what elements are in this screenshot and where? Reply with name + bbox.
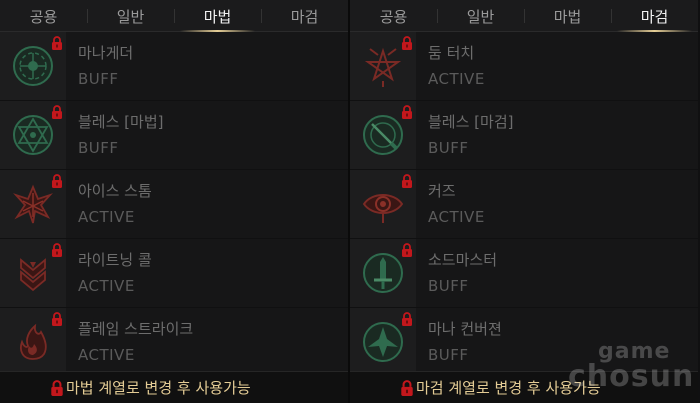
lock-icon [402,105,412,119]
category-tabs: 공용 일반 마법 마검 [350,0,698,32]
skill-type: ACTIVE [78,277,135,295]
skill-type: BUFF [428,346,469,364]
skill-type: BUFF [78,139,119,157]
tab-general[interactable]: 일반 [87,0,174,32]
skill-row[interactable]: 라이트닝 콜 ACTIVE [0,239,348,308]
lock-icon [52,174,62,188]
skill-row[interactable]: 아이스 스톰 ACTIVE [0,170,348,239]
skill-name: 플레임 스트라이크 [78,320,194,338]
lock-icon [52,105,62,119]
category-tabs: 공용 일반 마법 마검 [0,0,348,32]
skill-panel-magic: 공용 일반 마법 마검 마나게더 BUFF 블레스 [마법] BUFF 아이스 … [0,0,348,403]
skill-row[interactable]: 소드마스터 BUFF [350,239,698,308]
skill-row[interactable]: 커즈 ACTIVE [350,170,698,239]
skill-type: BUFF [428,277,469,295]
requirement-banner: 마법 계열로 변경 후 사용가능 [0,371,348,403]
skill-type: ACTIVE [428,208,485,226]
tab-magic-sword[interactable]: 마검 [261,0,348,32]
skill-row[interactable]: 마나게더 BUFF [0,32,348,101]
watermark-logo: game chosun [568,339,695,394]
tab-common[interactable]: 공용 [0,0,87,32]
lock-icon [402,243,412,257]
skill-list: 마나게더 BUFF 블레스 [마법] BUFF 아이스 스톰 ACTIVE 라이… [0,32,348,377]
skill-type: BUFF [78,70,119,88]
skill-type: ACTIVE [78,208,135,226]
skill-name: 둠 터치 [428,44,475,62]
lock-icon [402,174,412,188]
lock-icon [402,312,412,326]
skill-list: 둠 터치 ACTIVE 블레스 [마검] BUFF 커즈 ACTIVE 소드마스… [350,32,698,377]
tab-general[interactable]: 일반 [437,0,524,32]
skill-row[interactable]: 블레스 [마검] BUFF [350,101,698,170]
skill-name: 마나게더 [78,44,134,62]
skill-name: 마나 컨버젼 [428,320,502,338]
lock-icon [401,379,413,396]
skill-type: ACTIVE [78,346,135,364]
tab-magic-sword[interactable]: 마검 [611,0,698,32]
skill-name: 라이트닝 콜 [78,251,152,269]
skill-row[interactable]: 플레임 스트라이크 ACTIVE [0,308,348,377]
tab-common[interactable]: 공용 [350,0,437,32]
tab-magic[interactable]: 마법 [174,0,261,32]
lock-icon [402,36,412,50]
skill-name: 아이스 스톰 [78,182,152,200]
skill-type: ACTIVE [428,70,485,88]
skill-row[interactable]: 블레스 [마법] BUFF [0,101,348,170]
skill-name: 블레스 [마검] [428,113,514,131]
skill-name: 블레스 [마법] [78,113,164,131]
requirement-message: 마법 계열로 변경 후 사용가능 [66,379,251,397]
skill-row[interactable]: 둠 터치 ACTIVE [350,32,698,101]
lock-icon [51,379,63,396]
skill-type: BUFF [428,139,469,157]
lock-icon [52,312,62,326]
tab-magic[interactable]: 마법 [524,0,611,32]
lock-icon [52,36,62,50]
lock-icon [52,243,62,257]
skill-name: 커즈 [428,182,456,200]
skill-name: 소드마스터 [428,251,498,269]
